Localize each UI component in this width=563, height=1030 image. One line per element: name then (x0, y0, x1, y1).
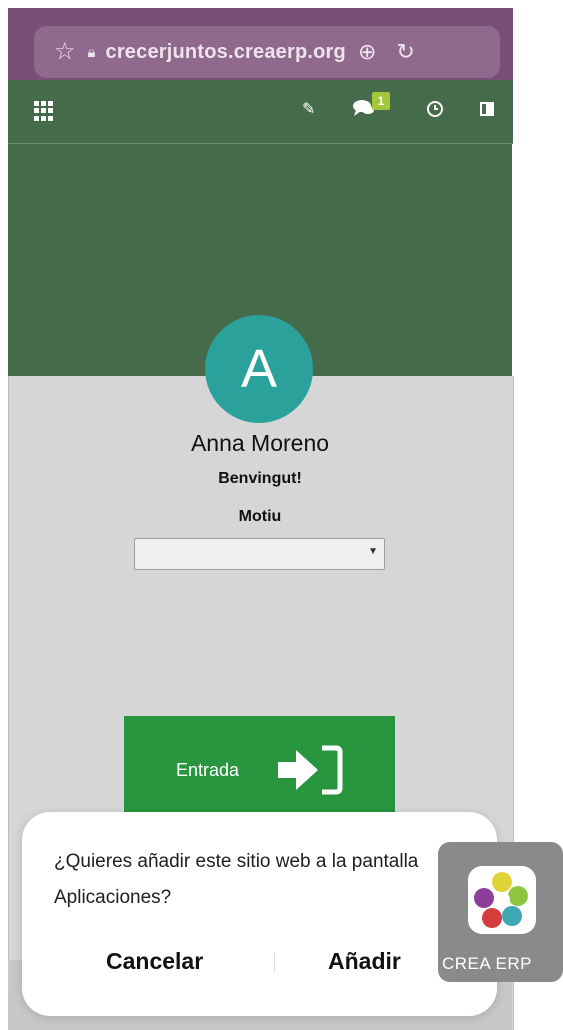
divider (274, 952, 275, 972)
browser-toolbar: ☆ 🔒︎ crecerjuntos.creaerp.org ⊕ ↻ (8, 8, 513, 80)
download-icon[interactable]: ⊕ (358, 41, 376, 63)
apps-grid-icon[interactable] (34, 101, 54, 121)
app-icon-preview: CREA ERP (438, 842, 563, 982)
message-count-badge: 1 (372, 92, 390, 110)
reload-icon[interactable]: ↻ (396, 41, 414, 63)
add-button[interactable]: Añadir (328, 948, 401, 975)
avatar: A (205, 315, 313, 423)
user-name: Anna Moreno (190, 430, 330, 456)
panel-toggle-icon[interactable] (480, 102, 494, 116)
star-icon[interactable]: ☆ (54, 40, 76, 64)
add-to-home-dialog: ¿Quieres añadir este sitio web a la pant… (22, 812, 497, 1016)
crea-erp-logo-icon (474, 872, 528, 928)
cancel-button[interactable]: Cancelar (106, 948, 203, 975)
entry-button-label: Entrada (176, 760, 240, 780)
entry-button[interactable]: Entrada (124, 716, 395, 826)
app-toolbar: ✎ 1 (8, 80, 513, 144)
dialog-message: ¿Quieres añadir este sitio web a la pant… (54, 851, 419, 908)
address-bar[interactable]: ☆ 🔒︎ crecerjuntos.creaerp.org ⊕ ↻ (34, 26, 500, 78)
enter-arrow-icon (278, 745, 343, 795)
url-text[interactable]: crecerjuntos.creaerp.org (106, 41, 346, 64)
greeting-text: Benvingut! (218, 470, 302, 487)
reason-select[interactable]: ▼ (134, 538, 385, 570)
lock-icon: 🔒︎ (87, 43, 96, 61)
pencil-icon[interactable]: ✎ (302, 102, 315, 118)
reason-label: Motiu (238, 508, 282, 525)
app-name-label: CREA ERP (442, 954, 532, 973)
app-logo (468, 866, 536, 934)
clock-icon[interactable] (426, 100, 444, 121)
chevron-down-icon: ▼ (368, 546, 378, 557)
